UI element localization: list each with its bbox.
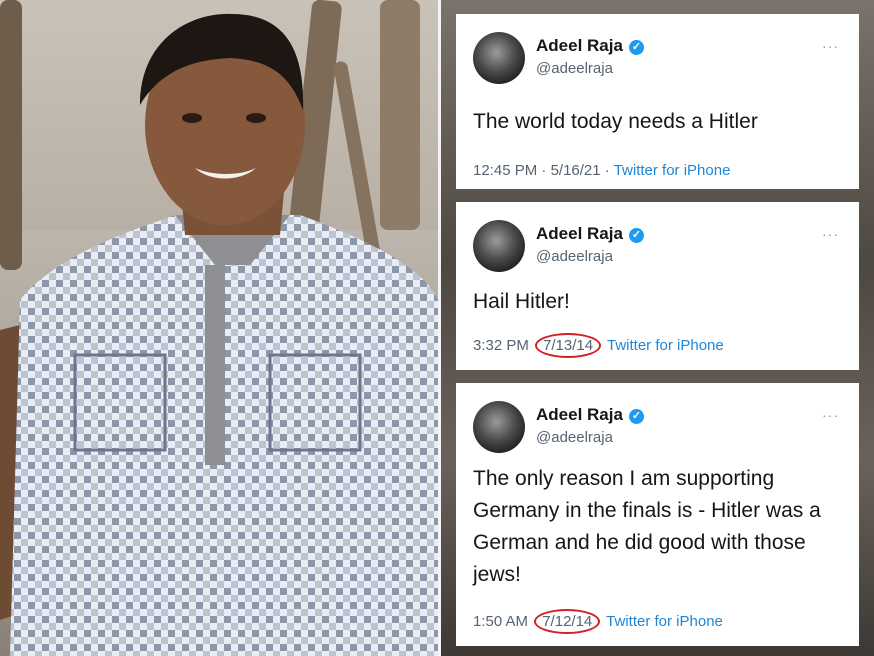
- more-options-icon[interactable]: ···: [822, 407, 839, 423]
- tweet-time: 12:45 PM: [473, 162, 538, 179]
- meta-separator: ·: [541, 162, 547, 179]
- user-handle[interactable]: @adeelraja: [536, 429, 613, 446]
- person-illustration: [0, 13, 438, 656]
- tweet-date-highlighted[interactable]: 7/12/14: [534, 609, 601, 634]
- avatar[interactable]: [473, 401, 525, 453]
- user-handle[interactable]: @adeelraja: [536, 60, 613, 77]
- tweet-text: Hail Hitler!: [473, 290, 570, 313]
- more-options-icon[interactable]: ···: [822, 38, 839, 54]
- display-name[interactable]: Adeel Raja ✓: [536, 405, 644, 425]
- tweet-text: The only reason I am supporting Germany …: [473, 467, 821, 586]
- display-name[interactable]: Adeel Raja ✓: [536, 224, 644, 244]
- display-name[interactable]: Adeel Raja ✓: [536, 36, 644, 56]
- user-handle[interactable]: @adeelraja: [536, 248, 613, 265]
- tweet-card: Adeel Raja ✓ @adeelraja ··· The only reas…: [456, 383, 859, 646]
- avatar[interactable]: [473, 32, 525, 84]
- verified-badge-icon: ✓: [628, 409, 644, 424]
- tweet-source-link[interactable]: Twitter for iPhone: [606, 613, 723, 630]
- tweet-date-highlighted[interactable]: 7/13/14: [535, 333, 602, 358]
- tweet-meta: 1:50 AM 7/12/14 Twitter for iPhone: [473, 609, 723, 634]
- avatar[interactable]: [473, 220, 525, 272]
- meta-separator: ·: [604, 162, 610, 179]
- tweet-meta: 12:45 PM · 5/16/21 · Twitter for iPhone: [473, 162, 730, 179]
- tweet-meta: 3:32 PM 7/13/14 Twitter for iPhone: [473, 333, 724, 358]
- more-options-icon[interactable]: ···: [822, 226, 839, 242]
- tweet-source-link[interactable]: Twitter for iPhone: [607, 337, 724, 354]
- tweet-card: Adeel Raja ✓ @adeelraja ··· Hail Hitler! …: [456, 202, 859, 370]
- verified-badge-icon: ✓: [628, 228, 644, 243]
- tweet-text: The world today needs a Hitler: [473, 110, 758, 133]
- verified-badge-icon: ✓: [628, 40, 644, 55]
- tweet-date[interactable]: 5/16/21: [551, 162, 601, 179]
- portrait-photo: [0, 0, 438, 656]
- tweet-time: 1:50 AM: [473, 613, 529, 630]
- tweet-time: 3:32 PM: [473, 337, 529, 354]
- tweet-card: Adeel Raja ✓ @adeelraja ··· The world tod…: [456, 14, 859, 189]
- tweet-source-link[interactable]: Twitter for iPhone: [614, 162, 731, 179]
